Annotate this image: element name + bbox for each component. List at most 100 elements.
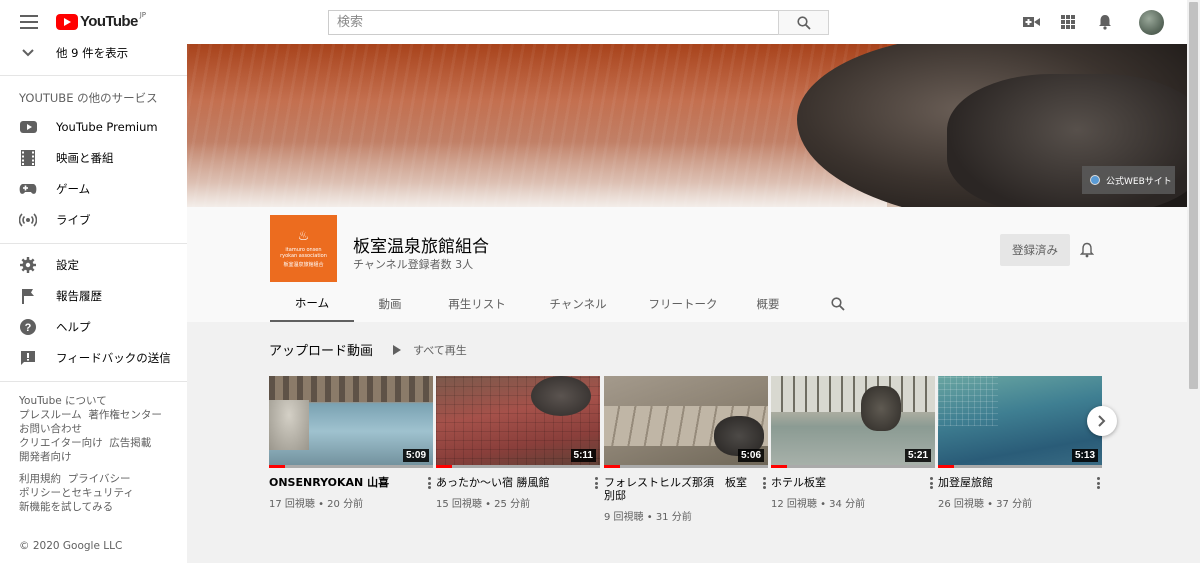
more-actions-icon[interactable] [1094,476,1102,490]
upload-age: 34 分前 [829,499,866,510]
footer-links-policy: 利用規約 プライバシー ポリシーとセキュリティ 新機能を試してみる [19,472,134,514]
video-duration: 5:13 [1071,449,1098,462]
sidebar-item-settings[interactable]: 設定 [0,250,187,280]
video-thumbnail[interactable]: 5:13 [938,376,1102,468]
video-meta: 12 回視聴 • 34 分前 [771,499,866,510]
watch-progress [436,465,600,468]
video-card[interactable]: 5:13 加登屋旅館 26 回視聴 • 37 分前 [938,376,1102,510]
sidebar-item-gaming[interactable]: ゲーム [0,174,187,204]
footer-link[interactable]: 広告掲載 [109,437,151,449]
hot-spring-icon: ♨ [297,228,310,244]
video-title[interactable]: フォレストヒルズ那須 板室 別邸 [604,476,754,502]
tab-about[interactable]: 概要 [738,285,798,322]
video-card[interactable]: 5:11 あったか〜い宿 勝風館 15 回視聴 • 25 分前 [436,376,600,510]
sidebar-item-movies[interactable]: 映画と番組 [0,143,187,173]
tab-playlists[interactable]: 再生リスト [426,285,528,322]
video-card[interactable]: 5:21 ホテル板室 12 回視聴 • 34 分前 [771,376,935,510]
video-duration: 5:11 [570,449,596,462]
video-title[interactable]: ホテル板室 [771,476,921,489]
video-thumbnail[interactable]: 5:11 [436,376,600,468]
footer-link[interactable]: ポリシーとセキュリティ [19,487,134,499]
avatar-text: 板室温泉旅館組合 [283,261,324,268]
sidebar-item-label: ゲーム [56,182,91,196]
search-button[interactable] [778,10,829,35]
copyright: © 2020 Google LLC [19,540,123,552]
official-website-link[interactable]: 公式WEBサイト [1082,166,1175,194]
sidebar-item-label: 設定 [56,258,79,272]
sidebar-item-youtube-premium[interactable]: YouTube Premium [0,112,187,142]
search-input[interactable]: 検索 [328,10,778,35]
services-heading: YOUTUBE の他のサービス [19,91,158,105]
sidebar-item-label: 報告履歴 [56,289,102,303]
sidebar-item-help[interactable]: ? ヘルプ [0,312,187,342]
sidebar-item-live[interactable]: ライブ [0,205,187,235]
subscribed-button[interactable]: 登録済み [1000,234,1070,266]
shelf-next-button[interactable] [1087,406,1117,436]
user-avatar[interactable] [1139,10,1164,35]
help-icon: ? [19,318,37,336]
show-more-label: 他 9 件を表示 [56,46,129,60]
notification-bell-icon[interactable] [1079,242,1096,258]
film-icon [19,149,37,167]
video-thumbnail[interactable]: 5:09 [269,376,433,468]
chevron-down-icon [19,44,37,62]
footer-link[interactable]: YouTube について [19,395,107,407]
scrollbar-thumb[interactable] [1189,2,1198,389]
divider [0,75,187,76]
page-scrollbar[interactable] [1187,0,1200,563]
more-actions-icon[interactable] [592,476,600,490]
view-count: 17 回視聴 [269,499,315,510]
footer-link[interactable]: 新機能を試してみる [19,501,113,513]
globe-icon [1090,175,1100,185]
more-actions-icon[interactable] [425,476,433,490]
channel-banner: 公式WEBサイト [187,44,1187,207]
footer-link[interactable]: お問い合わせ [19,423,82,435]
video-card[interactable]: 5:09 ONSENRYOKAN 山喜 17 回視聴 • 20 分前 [269,376,433,510]
sidebar-item-label: ヘルプ [56,320,91,334]
video-title[interactable]: 加登屋旅館 [938,476,1088,489]
tab-channels[interactable]: チャンネル [528,285,628,322]
watch-progress-fill [938,465,955,468]
thumbnail-image [938,376,998,426]
video-thumbnail[interactable]: 5:06 [604,376,768,468]
watch-progress-fill [269,465,286,468]
footer-link[interactable]: クリエイター向け [19,437,103,449]
video-meta: 9 回視聴 • 31 分前 [604,512,692,523]
video-title-line: フォレストヒルズ那須 板室 [604,476,747,489]
tab-home[interactable]: ホーム [270,285,354,322]
video-title[interactable]: あったか〜い宿 勝風館 [436,476,586,489]
sidebar-item-report-history[interactable]: 報告履歴 [0,281,187,311]
video-meta: 17 回視聴 • 20 分前 [269,499,364,510]
footer-link[interactable]: プライバシー [68,473,131,485]
channel-tabs: ホーム 動画 再生リスト チャンネル フリートーク 概要 [270,285,878,322]
footer-link[interactable]: プレスルーム [19,409,82,421]
video-thumbnail[interactable]: 5:21 [771,376,935,468]
sidebar-show-more[interactable]: 他 9 件を表示 [0,38,187,68]
apps-grid-icon[interactable] [1059,13,1077,31]
more-actions-icon[interactable] [760,476,768,490]
video-title[interactable]: ONSENRYOKAN 山喜 [269,476,419,489]
official-website-label: 公式WEBサイト [1106,176,1172,187]
hamburger-menu-icon[interactable] [18,12,40,32]
play-all-button[interactable]: すべて再生 [393,342,467,358]
channel-avatar[interactable]: ♨ itamuro onsen ryokan association 板室温泉旅… [270,215,337,282]
view-count: 12 回視聴 [771,499,817,510]
more-actions-icon[interactable] [927,476,935,490]
footer-link[interactable]: 利用規約 [19,473,61,485]
uploads-section: アップロード動画 すべて再生 5:09 ONSENRYOKAN 山喜 17 回視… [187,322,1187,563]
chevron-right-icon [1098,415,1106,427]
sidebar-item-feedback[interactable]: フィードバックの送信 [0,343,187,373]
create-video-icon[interactable] [1022,13,1040,31]
channel-name: 板室温泉旅館組合 [353,237,489,257]
tab-videos[interactable]: 動画 [354,285,426,322]
footer-link[interactable]: 著作権センター [88,409,162,421]
channel-search-button[interactable] [798,285,878,322]
tab-discussion[interactable]: フリートーク [628,285,738,322]
youtube-logo[interactable]: YouTube JP [56,11,146,30]
section-title[interactable]: アップロード動画 [269,340,373,359]
video-card[interactable]: 5:06 フォレストヒルズ那須 板室 別邸 9 回視聴 • 31 分前 [604,376,768,523]
footer-link[interactable]: 開発者向け [19,451,72,463]
thumbnail-image [771,376,935,412]
search-icon [831,296,845,311]
notifications-bell-icon[interactable] [1096,13,1114,31]
